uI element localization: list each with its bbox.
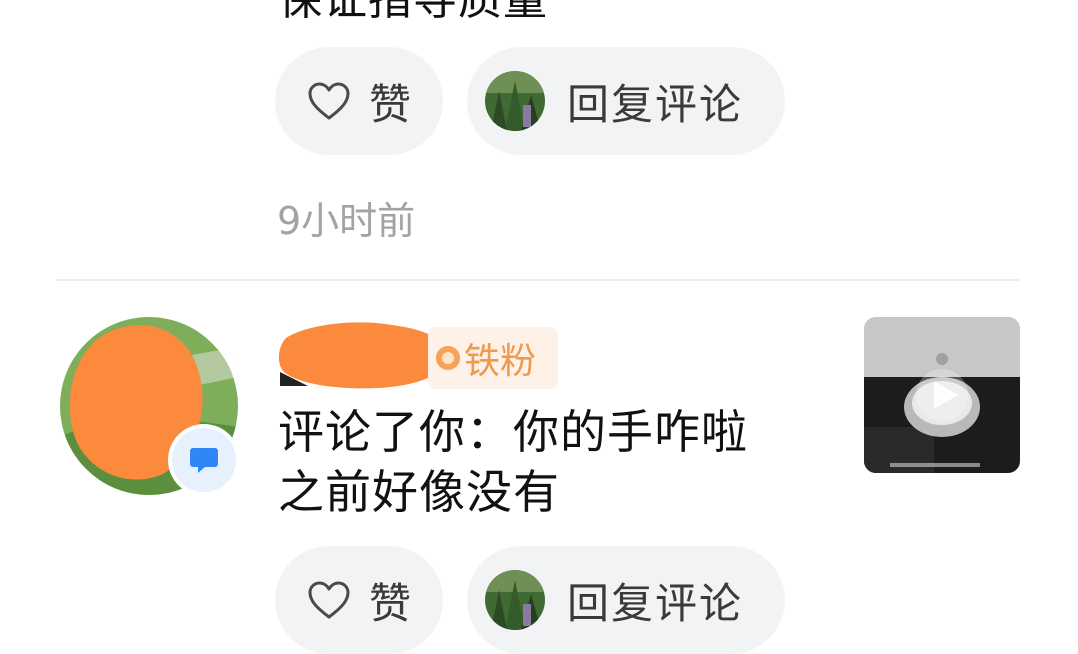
like-label: 赞: [369, 79, 414, 129]
reply-label: 回复评论: [567, 578, 744, 628]
reply-comment-button[interactable]: 回复评论: [467, 47, 785, 155]
own-avatar: [485, 570, 545, 630]
chat-bubble-icon: [190, 448, 218, 473]
previous-comment-text: 保证指导质量: [278, 0, 548, 26]
comment-line-2: 之前好像没有: [278, 465, 560, 519]
play-icon: [916, 369, 968, 421]
comment-text: 评论了你：你的手咋啦 之前好像没有: [278, 402, 838, 522]
reply-label: 回复评论: [567, 79, 744, 129]
heart-outline-icon: [308, 581, 350, 619]
like-label: 赞: [369, 578, 414, 628]
heart-outline-icon: [308, 82, 350, 120]
own-avatar: [485, 71, 545, 131]
like-button[interactable]: 赞: [275, 47, 443, 155]
like-button[interactable]: 赞: [275, 546, 443, 654]
fan-level-badge: 铁粉: [428, 327, 558, 389]
fan-badge-icon: [436, 346, 460, 370]
divider: [56, 279, 1020, 281]
video-thumbnail[interactable]: [864, 317, 1020, 473]
timestamp: 9小时前: [277, 199, 416, 243]
fan-badge-label: 铁粉: [464, 341, 537, 382]
reply-comment-button[interactable]: 回复评论: [467, 546, 785, 654]
comment-type-badge: [168, 424, 240, 496]
comment-line-1: 评论了你：你的手咋啦: [278, 405, 748, 459]
